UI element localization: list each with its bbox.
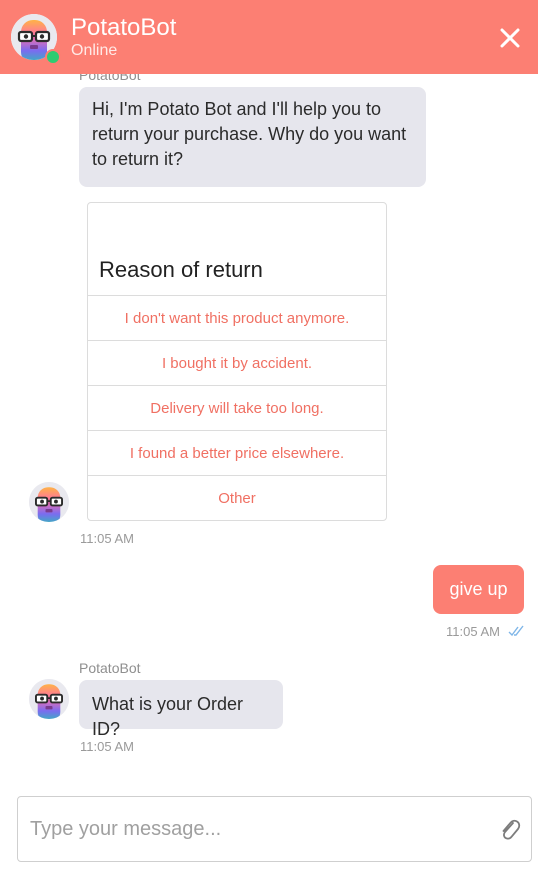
option-button[interactable]: I found a better price elsewhere.	[88, 430, 386, 475]
bot-status: Online	[71, 42, 118, 59]
message-timestamp: 11:05 AM	[446, 624, 500, 639]
message-list[interactable]: PotatoBot Hi, I'm Potato Bot and I'll he…	[0, 74, 538, 790]
online-status-dot	[45, 49, 61, 65]
message-sender: PotatoBot	[79, 660, 141, 676]
bot-message-bubble: What is your Order ID?	[79, 680, 283, 739]
option-button[interactable]: Delivery will take too long.	[88, 385, 386, 430]
option-button[interactable]: Other	[88, 475, 386, 520]
paperclip-icon[interactable]	[499, 817, 521, 843]
user-message-bubble: give up	[433, 565, 524, 614]
message-timestamp: 11:05 AM	[80, 739, 134, 754]
chat-header: PotatoBot Online	[0, 0, 538, 74]
bot-name: PotatoBot	[71, 14, 177, 41]
bot-message-bubble: Hi, I'm Potato Bot and I'll help you to …	[79, 87, 426, 187]
message-composer	[17, 796, 532, 862]
message-sender: PotatoBot	[79, 74, 141, 83]
message-timestamp: 11:05 AM	[80, 531, 134, 546]
read-receipt-icon	[508, 625, 524, 637]
close-button[interactable]	[496, 24, 524, 52]
card-title: Reason of return	[99, 257, 263, 282]
card-options: I don't want this product anymore. I bou…	[88, 295, 386, 520]
close-icon	[500, 28, 520, 48]
option-button[interactable]: I bought it by accident.	[88, 340, 386, 385]
option-button[interactable]: I don't want this product anymore.	[88, 295, 386, 340]
bot-avatar-small	[29, 679, 69, 719]
return-reason-card: Reason of return I don't want this produ…	[87, 202, 387, 521]
bot-avatar-small	[29, 482, 69, 522]
message-input[interactable]	[18, 797, 488, 861]
